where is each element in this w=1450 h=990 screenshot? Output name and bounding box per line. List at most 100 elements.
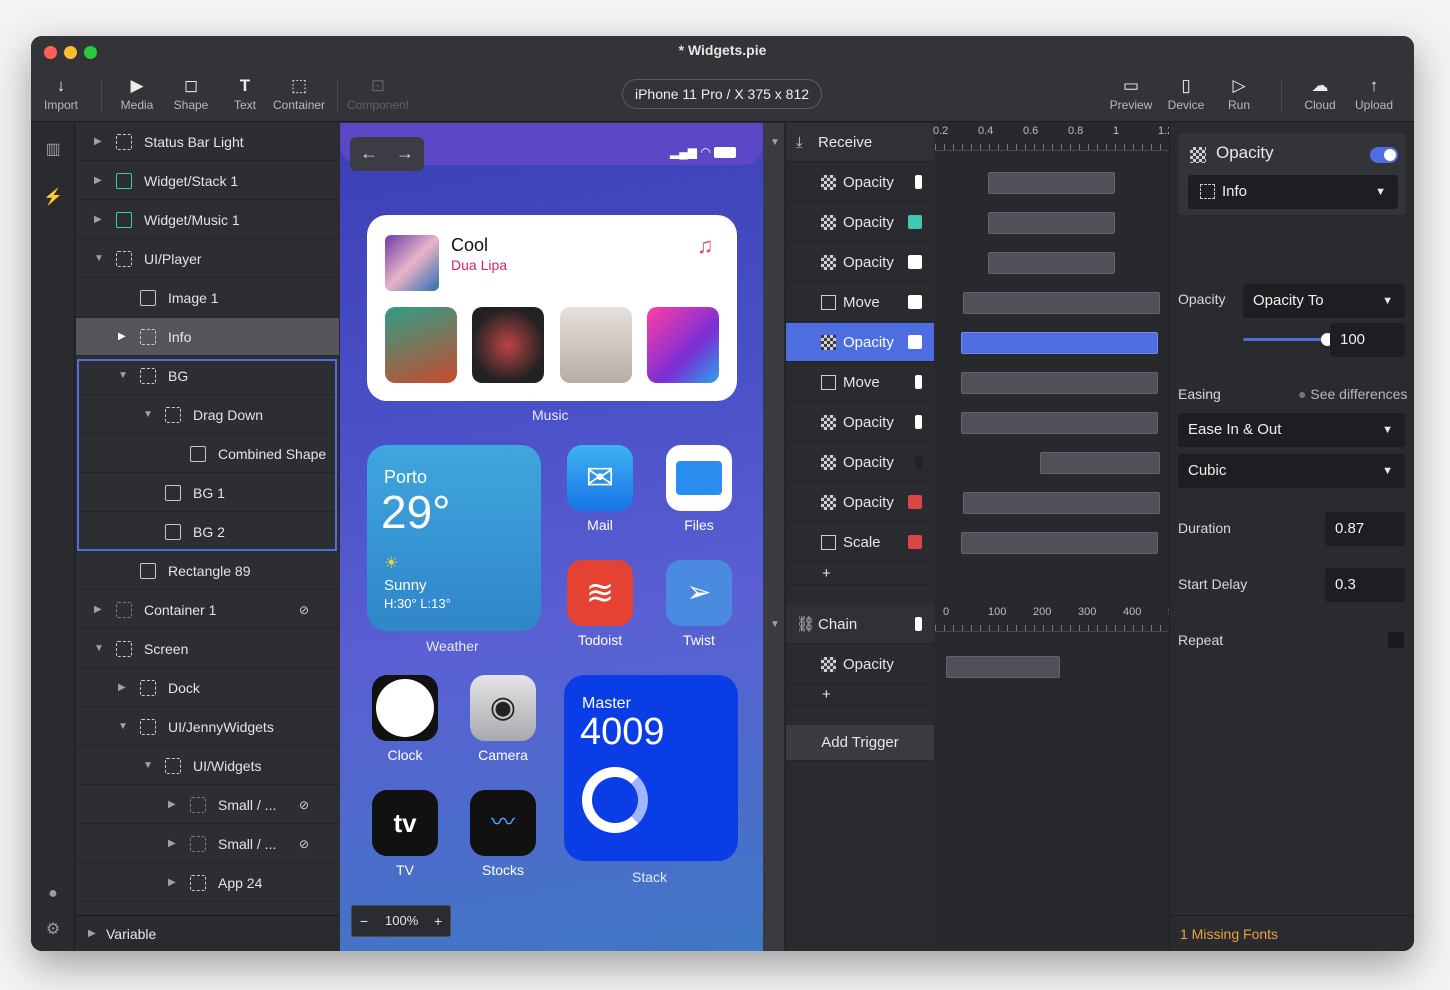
animation-enabled-toggle[interactable] xyxy=(1370,147,1398,163)
hidden-eye-icon[interactable]: ⊘ xyxy=(299,591,309,629)
timeline-bar[interactable] xyxy=(963,292,1160,314)
upload-button[interactable]: ↑ Upload xyxy=(1355,76,1393,116)
mail-app[interactable]: ✉ Mail xyxy=(567,445,633,533)
layer-row[interactable]: ▼ BG xyxy=(76,357,339,395)
todoist-app[interactable]: ≋ Todoist xyxy=(567,560,633,648)
add-track-button[interactable]: + xyxy=(786,684,934,706)
layers-panel-icon[interactable]: ▥ xyxy=(43,139,63,159)
stack-widget[interactable]: Master 4009 xyxy=(564,675,738,861)
expand-arrow-icon[interactable]: ▶ xyxy=(168,864,176,902)
target-layer-select[interactable]: Info ▼ xyxy=(1188,175,1398,209)
timeline-bar[interactable] xyxy=(961,372,1158,394)
expand-arrow-icon[interactable]: ▶ xyxy=(88,916,96,951)
forward-arrow-icon[interactable]: → xyxy=(396,137,414,169)
collapse-arrow-icon[interactable]: ▼ xyxy=(94,240,104,278)
collapse-arrow-icon[interactable]: ▼ xyxy=(143,396,153,434)
layer-row[interactable]: ▼ Drag Down xyxy=(76,396,339,434)
device-selector[interactable]: iPhone 11 Pro / X 375 x 812 xyxy=(622,79,822,109)
weather-widget[interactable]: Porto 29° ☀ Sunny H:30° L:13° xyxy=(367,445,541,631)
layer-row[interactable]: Combined Shape xyxy=(76,435,339,473)
back-arrow-icon[interactable]: ← xyxy=(360,137,378,169)
timeline-bar[interactable] xyxy=(961,332,1158,354)
album-thumbnail[interactable] xyxy=(385,307,457,383)
timeline-track[interactable]: Opacity xyxy=(786,243,934,282)
cloud-button[interactable]: ☁ Cloud xyxy=(1303,76,1337,116)
timeline-bar[interactable] xyxy=(988,172,1115,194)
variable-section[interactable]: ▶ Variable xyxy=(76,915,339,951)
timeline-track[interactable]: Opacity xyxy=(786,163,934,202)
time-ruler[interactable]: 0.2 0.4 0.6 0.8 1 1.2 xyxy=(933,123,1173,151)
user-icon[interactable]: ● xyxy=(43,885,63,905)
timeline-track[interactable]: Opacity xyxy=(786,443,934,482)
layer-row[interactable]: ▶ Status Bar Light xyxy=(76,123,339,161)
missing-fonts-warning[interactable]: 1 Missing Fonts xyxy=(1170,915,1414,951)
container-button[interactable]: ⬚ Container xyxy=(273,76,325,116)
expand-arrow-icon[interactable]: ▶ xyxy=(94,201,102,239)
run-button[interactable]: ▷ Run xyxy=(1223,76,1255,116)
opacity-mode-select[interactable]: Opacity To ▼ xyxy=(1243,284,1405,318)
layer-row[interactable]: BG 1 xyxy=(76,474,339,512)
chain-trigger[interactable]: ⛓ Chain xyxy=(786,605,934,644)
album-thumbnail[interactable] xyxy=(647,307,719,383)
layer-row[interactable]: BG 2 xyxy=(76,513,339,551)
clock-app[interactable]: Clock xyxy=(372,675,438,763)
layer-row[interactable]: ▼ UI/Widgets xyxy=(76,747,339,785)
timeline-bar[interactable] xyxy=(988,212,1115,234)
expand-arrow-icon[interactable]: ▶ xyxy=(118,318,126,356)
timeline-track[interactable]: Opacity xyxy=(786,323,934,362)
collapse-arrow-icon[interactable]: ▼ xyxy=(143,747,153,785)
collapse-arrow-icon[interactable]: ▼ xyxy=(770,619,780,630)
expand-arrow-icon[interactable]: ▶ xyxy=(168,786,176,824)
timeline-track[interactable]: Opacity xyxy=(786,403,934,442)
timeline-track[interactable]: Opacity xyxy=(786,203,934,242)
twist-app[interactable]: ➢ Twist xyxy=(666,560,732,648)
tv-app[interactable]: tv TV xyxy=(372,790,438,878)
timeline-bar[interactable] xyxy=(1040,452,1160,474)
collapse-arrow-icon[interactable]: ▼ xyxy=(118,708,128,746)
easing-select[interactable]: Ease In & Out ▼ xyxy=(1178,413,1405,447)
components-panel-icon[interactable]: ⚡ xyxy=(43,187,63,207)
layer-row[interactable]: ▼ Screen xyxy=(76,630,339,668)
timeline-track[interactable]: Scale xyxy=(786,523,934,562)
preview-button[interactable]: ▭ Preview xyxy=(1109,76,1153,116)
layer-row[interactable]: ▶ Small / ... ⊘ xyxy=(76,825,339,863)
collapse-arrow-icon[interactable]: ▼ xyxy=(118,357,128,395)
collapse-arrow-icon[interactable]: ▼ xyxy=(770,137,780,148)
music-widget[interactable]: Cool Dua Lipa ♫ xyxy=(367,215,737,401)
layer-row[interactable]: ▼ UI/Player xyxy=(76,240,339,278)
timeline-bar[interactable] xyxy=(961,412,1158,434)
add-trigger-button[interactable]: Add Trigger xyxy=(786,725,934,761)
expand-arrow-icon[interactable]: ▶ xyxy=(118,669,126,707)
zoom-in-button[interactable]: + xyxy=(434,906,442,936)
timeline-bar[interactable] xyxy=(963,492,1160,514)
collapse-arrow-icon[interactable]: ▼ xyxy=(94,630,104,668)
layer-row[interactable]: ▶ Container 1 ⊘ xyxy=(76,591,339,629)
layer-row[interactable]: ▶ Dock xyxy=(76,669,339,707)
layer-row[interactable]: ▶ App 24 xyxy=(76,864,339,902)
album-thumbnail[interactable] xyxy=(560,307,632,383)
phone-preview[interactable]: ← → ▂▄▆ ◠ Cool Dua Lipa ♫ Music Porto 29… xyxy=(340,123,763,951)
camera-app[interactable]: ◉ Camera xyxy=(470,675,536,763)
shape-button[interactable]: ◻ Shape xyxy=(173,76,209,116)
media-button[interactable]: ▶ Media xyxy=(119,76,155,116)
layer-row[interactable]: ▶ Widget/Stack 1 xyxy=(76,162,339,200)
repeat-checkbox[interactable] xyxy=(1388,632,1404,648)
design-canvas[interactable]: ← → ▂▄▆ ◠ Cool Dua Lipa ♫ Music Porto 29… xyxy=(340,123,784,951)
stocks-app[interactable]: 〰 Stocks xyxy=(470,790,536,878)
layer-row[interactable]: ▼ UI/JennyWidgets xyxy=(76,708,339,746)
timeline-bar[interactable] xyxy=(946,656,1060,678)
duration-input[interactable]: 0.87 xyxy=(1325,512,1405,546)
layer-row[interactable]: ▶ Widget/Music 1 xyxy=(76,201,339,239)
files-app[interactable]: Files xyxy=(666,445,732,533)
expand-arrow-icon[interactable]: ▶ xyxy=(94,162,102,200)
album-thumbnail[interactable] xyxy=(472,307,544,383)
timeline-bar[interactable] xyxy=(961,532,1158,554)
expand-arrow-icon[interactable]: ▶ xyxy=(94,591,102,629)
curve-select[interactable]: Cubic ▼ xyxy=(1178,454,1405,488)
layer-row[interactable]: Rectangle 89 xyxy=(76,552,339,590)
receive-trigger[interactable]: ⤓ Receive xyxy=(786,123,934,162)
zoom-out-button[interactable]: − xyxy=(360,906,368,936)
settings-gear-icon[interactable]: ⚙ xyxy=(43,919,63,939)
import-button[interactable]: ↓ Import xyxy=(43,76,79,116)
text-button[interactable]: T Text xyxy=(229,76,261,116)
